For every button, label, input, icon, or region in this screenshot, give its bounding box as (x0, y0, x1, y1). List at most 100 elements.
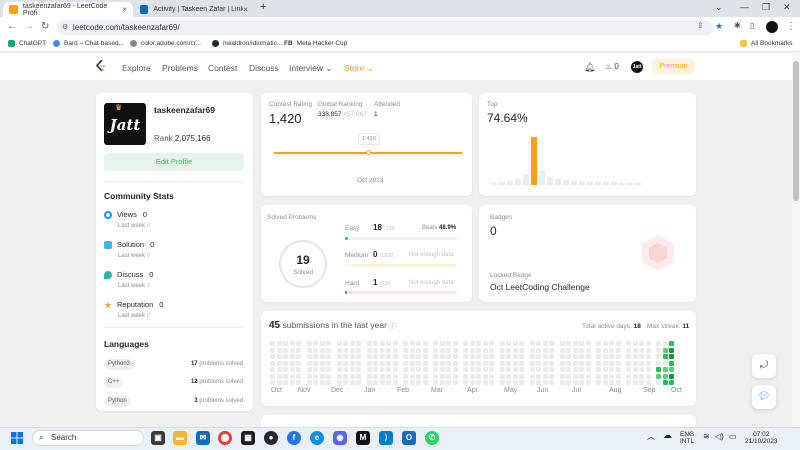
heatmap-cell[interactable] (482, 380, 488, 385)
taskbar-search[interactable]: ⌕ Search (32, 430, 144, 446)
heatmap-cell[interactable] (416, 380, 421, 385)
heatmap-cell[interactable] (506, 354, 511, 359)
heatmap-cell[interactable] (439, 367, 445, 372)
heatmap-cell[interactable] (602, 373, 608, 379)
heatmap-cell[interactable] (536, 373, 541, 379)
heatmap-cell[interactable] (596, 354, 601, 359)
histogram-bar[interactable] (611, 181, 617, 185)
heatmap-cell[interactable] (313, 367, 318, 372)
heatmap-cell[interactable] (489, 380, 494, 385)
histogram-bar[interactable] (547, 176, 553, 185)
heatmap-cell[interactable] (572, 367, 578, 372)
heatmap-cell[interactable] (559, 347, 565, 353)
heatmap-cell[interactable] (422, 347, 428, 353)
histogram-bar[interactable] (627, 182, 633, 185)
heatmap-cell[interactable] (579, 373, 584, 379)
heatmap-cell[interactable] (639, 341, 644, 346)
heatmap-cell[interactable] (506, 373, 511, 379)
heatmap-cell[interactable] (386, 367, 391, 372)
heatmap-cell[interactable] (476, 347, 481, 353)
heatmap-cell[interactable] (615, 354, 621, 359)
heatmap-cell[interactable] (669, 373, 674, 379)
heatmap-cell[interactable] (452, 360, 458, 366)
windows-start-icon[interactable] (11, 432, 23, 444)
heatmap-cell[interactable] (476, 367, 481, 372)
heatmap-cell[interactable] (609, 380, 614, 385)
edit-profile-button[interactable]: Edit Profile (104, 153, 244, 171)
heatmap-cell[interactable] (283, 380, 288, 385)
heatmap-cell[interactable] (296, 354, 301, 359)
reload-icon[interactable]: ↻ (41, 21, 49, 32)
leetcode-logo-icon[interactable] (96, 60, 106, 72)
heatmap-cell[interactable] (433, 341, 438, 346)
heatmap-cell[interactable] (366, 373, 372, 379)
task-view-icon[interactable]: ▣ (151, 431, 165, 445)
heatmap-cell[interactable] (615, 367, 621, 372)
heatmap-cell[interactable] (656, 341, 661, 346)
heatmap-cell[interactable] (529, 373, 535, 379)
heatmap-cell[interactable] (422, 341, 428, 346)
language-pill[interactable]: Python3 (104, 359, 135, 370)
heatmap-cell[interactable] (349, 367, 355, 372)
histogram-bar[interactable] (571, 180, 577, 185)
histogram-bar[interactable] (619, 182, 625, 185)
file-explorer-icon[interactable]: ▬ (173, 431, 187, 445)
heatmap-cell[interactable] (662, 360, 668, 366)
heatmap-cell[interactable] (326, 380, 331, 385)
heatmap-cell[interactable] (559, 373, 565, 379)
heatmap-cell[interactable] (512, 341, 518, 346)
heatmap-cell[interactable] (512, 354, 518, 359)
heatmap-cell[interactable] (602, 367, 608, 372)
heatmap-cell[interactable] (270, 373, 275, 379)
heatmap-cell[interactable] (446, 360, 451, 366)
share-icon[interactable]: ⇪ (697, 21, 704, 30)
heatmap-cell[interactable] (422, 373, 428, 379)
heatmap-cell[interactable] (609, 341, 614, 346)
heatmap-cell[interactable] (373, 354, 378, 359)
heatmap-cell[interactable] (662, 354, 668, 359)
heatmap-cell[interactable] (645, 367, 651, 372)
nav-discuss[interactable]: Discuss (249, 63, 279, 73)
histogram-bar[interactable] (523, 174, 529, 185)
heatmap-cell[interactable] (386, 360, 391, 366)
heatmap-cell[interactable] (489, 360, 494, 366)
heatmap-cell[interactable] (373, 341, 378, 346)
heatmap-cell[interactable] (392, 354, 398, 359)
heatmap-cell[interactable] (549, 367, 554, 372)
heatmap-cell[interactable] (542, 360, 548, 366)
heatmap-cell[interactable] (566, 341, 571, 346)
heatmap-cell[interactable] (403, 373, 408, 379)
heatmap-cell[interactable] (476, 373, 481, 379)
heatmap-cell[interactable] (313, 341, 318, 346)
heatmap-cell[interactable] (392, 347, 398, 353)
nav-interview[interactable]: Interview ⌄ (289, 63, 333, 74)
heatmap-cell[interactable] (489, 354, 494, 359)
site-info-icon[interactable]: ⚙ (62, 20, 68, 35)
heatmap-cell[interactable] (512, 360, 518, 366)
heatmap-cell[interactable] (572, 360, 578, 366)
heatmap-cell[interactable] (579, 354, 584, 359)
heatmap-cell[interactable] (343, 373, 348, 379)
input-language[interactable]: ENG INTL (680, 431, 694, 445)
heatmap-cell[interactable] (409, 354, 415, 359)
heatmap-cell[interactable] (313, 360, 318, 366)
heatmap-cell[interactable] (645, 373, 651, 379)
heatmap-cell[interactable] (289, 347, 295, 353)
language-pill[interactable]: Python (104, 396, 131, 407)
heatmap-cell[interactable] (446, 354, 451, 359)
histogram-bar[interactable] (579, 180, 585, 185)
heatmap-cell[interactable] (283, 347, 288, 353)
heatmap-cell[interactable] (409, 367, 415, 372)
close-icon[interactable]: × (122, 5, 127, 14)
heatmap-cell[interactable] (452, 367, 458, 372)
heatmap-cell[interactable] (579, 341, 584, 346)
histogram-bar[interactable] (499, 181, 505, 185)
heatmap-cell[interactable] (270, 367, 275, 372)
heatmap-cell[interactable] (585, 373, 591, 379)
heatmap-cell[interactable] (596, 341, 601, 346)
heatmap-cell[interactable] (529, 360, 535, 366)
heatmap-cell[interactable] (313, 380, 318, 385)
heatmap-cell[interactable] (615, 360, 621, 366)
heatmap-cell[interactable] (506, 367, 511, 372)
heatmap-cell[interactable] (512, 367, 518, 372)
